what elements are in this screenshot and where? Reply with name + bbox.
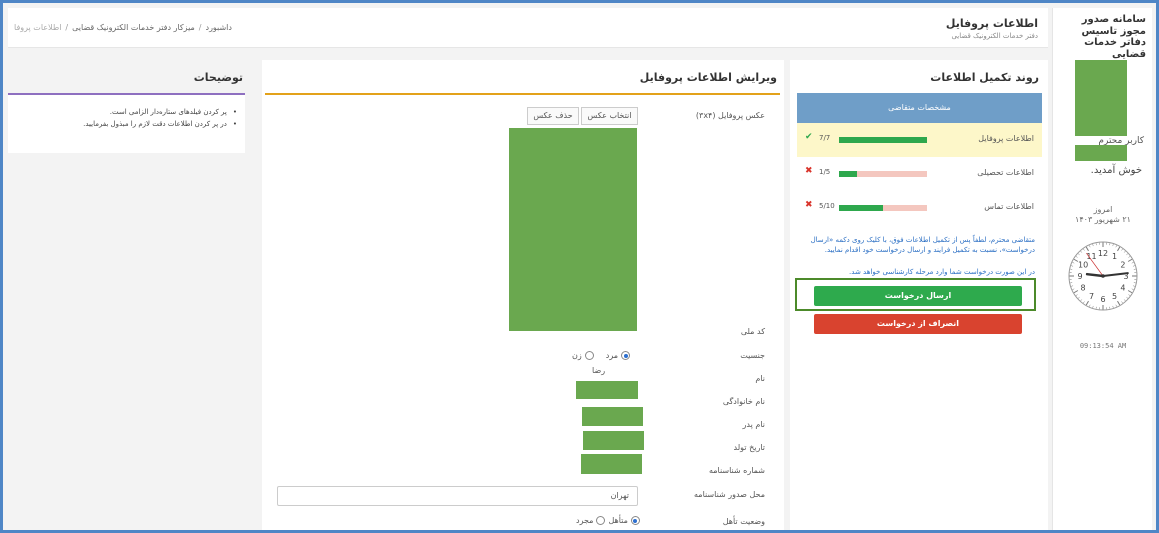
cross-icon: ✖ [805,200,813,210]
today-label: امروز [1093,205,1113,214]
clock-number: 7 [1089,292,1094,301]
progress-heading: روند تکمیل اطلاعات [930,71,1039,84]
name-value: رضا [592,366,606,375]
family-name-label: نام خانوادگی [722,397,765,406]
progress-bar [839,137,927,143]
cross-icon: ✖ [805,166,813,176]
breadcrumb: داشبورد/میزکار دفتر خدمات الکترونیک قضای… [14,23,232,32]
marital-married-label: متأهل [608,516,628,525]
cancel-request-button[interactable]: انصراف از درخواست [814,314,1022,334]
clock-number: 2 [1120,261,1125,270]
issue-place-input[interactable]: تهران [277,486,638,506]
marital-status-label: وضعیت تأهل [722,517,765,526]
redacted-family-name [576,381,638,399]
progress-bar-fill [839,205,883,211]
section-divider [265,93,780,95]
progress-bar-fill [839,137,927,143]
marital-single-label: مجرد [576,516,594,525]
progress-bar-fill [839,171,857,177]
birth-date-label: تاریخ تولد [733,443,765,452]
progress-item-contact[interactable]: اطلاعات تماس 5/10 ✖ [797,191,1042,225]
redacted-father-name [582,407,643,426]
page-header: داشبورد/میزکار دفتر خدمات الکترونیک قضای… [8,8,1048,48]
redacted-birth-date [583,431,644,450]
progress-item-education[interactable]: اطلاعات تحصیلی 1/5 ✖ [797,157,1042,191]
clock-center [1101,274,1105,278]
analog-clock: 12 1234567891011 [1068,241,1138,311]
marital-options: متأهل مجرد [576,516,640,525]
clock-number: 6 [1100,295,1105,304]
progress-item-profile[interactable]: اطلاعات پروفایل 7/7 ✔ [797,123,1042,157]
descriptions-list: پر کردن فیلدهای ستاره‌دار الزامی است. در… [17,107,237,131]
progress-count: 7/7 [819,134,831,142]
clock-number: 10 [1078,261,1088,270]
clock-number: 9 [1077,272,1082,281]
progress-item-label: اطلاعات تماس [984,202,1034,211]
clock-number: 4 [1120,284,1125,293]
progress-bar [839,171,927,177]
gender-label: جنسیت [740,351,765,360]
redacted-user-name-extra [1075,145,1127,161]
progress-item-label: اطلاعات تحصیلی [977,168,1034,177]
progress-bar [839,205,927,211]
page-title: اطلاعات پروفایل [945,17,1038,30]
clock-number: 1 [1112,252,1117,261]
submit-request-button[interactable]: ارسال درخواست [814,286,1022,306]
progress-count: 5/10 [819,202,835,210]
page-subtitle: دفتر خدمات الکترونیک قضایی [951,32,1038,40]
notice-text-2: در این صورت درخواست شما وارد مرحله کارشن… [849,268,1035,276]
photo-label: عکس پروفایل (۳x۴) [695,111,765,120]
issue-place-label: محل صدور شناسنامه [694,490,765,499]
national-code-label: کد ملی [740,327,765,336]
applicant-spec-header: مشخصات متقاضی [797,93,1042,123]
today-date: ۲۱ شهریور ۱۴۰۳ [1075,215,1131,224]
gender-male-radio[interactable] [621,351,631,360]
gender-male-label: مرد [605,351,619,360]
id-number-label: شماره شناسنامه [708,466,765,475]
notice-text: متقاضی محترم، لطفاً پس از تکمیل اطلاعات … [810,236,1035,255]
clock-number: 8 [1081,284,1086,293]
delete-photo-button[interactable]: حذف عکس [527,107,579,125]
descriptions-panel: پر کردن فیلدهای ستاره‌دار الزامی است. در… [8,93,245,153]
description-item: پر کردن فیلدهای ستاره‌دار الزامی است. [17,107,237,119]
profile-photo [509,128,637,331]
breadcrumb-dashboard[interactable]: داشبورد [206,23,232,32]
progress-count: 1/5 [819,168,831,176]
digital-time: 09:13:54 AM [1079,342,1127,350]
app-title: سامانه صدور مجوز تاسیس دفاتر خدمات قضایی [1081,14,1146,60]
breadcrumb-current: اطلاعات پروفا [14,23,62,32]
edit-profile-heading: ویرایش اطلاعات پروفایل [639,71,777,84]
sidebar: سامانه صدور مجوز تاسیس دفاتر خدمات قضایی… [1052,8,1152,530]
welcome-text: خوش آمدید. [1090,165,1142,176]
marital-married-radio[interactable] [630,516,640,525]
marital-single-radio[interactable] [596,516,606,525]
gender-options: مرد زن [572,351,631,360]
check-icon: ✔ [805,132,813,142]
breadcrumb-workspace[interactable]: میزکار دفتر خدمات الکترونیک قضایی [72,23,195,32]
descriptions-heading: توضیحات [193,71,243,84]
name-label: نام [755,374,765,383]
father-name-label: نام پدر [742,420,765,429]
progress-item-label: اطلاعات پروفایل [978,134,1034,143]
gender-female-label: زن [572,351,582,360]
clock-number: 12 [1098,249,1108,258]
select-photo-button[interactable]: انتخاب عکس [581,107,638,125]
description-item: در پر کردن اطلاعات دقت لازم را مبذول بفر… [17,119,237,131]
clock-number: 5 [1112,292,1117,301]
gender-female-radio[interactable] [584,351,594,360]
redacted-id-number [581,454,642,474]
redacted-user-name [1075,60,1127,136]
